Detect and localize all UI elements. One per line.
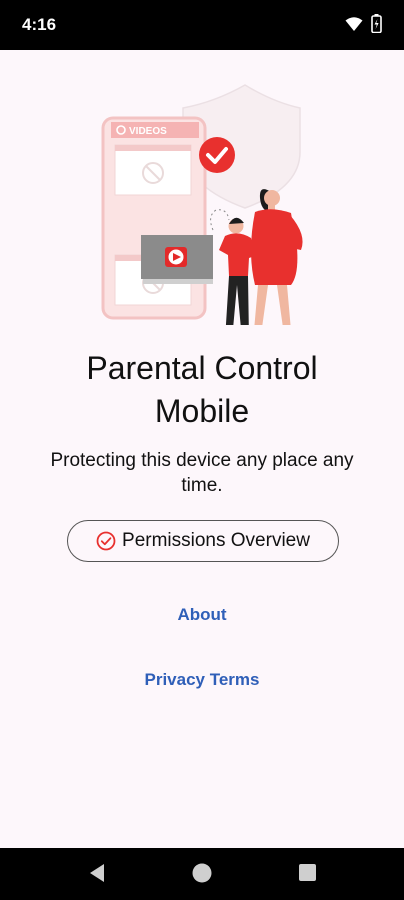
parental-control-illustration: VIDEOS xyxy=(101,84,303,325)
permissions-overview-label: Permissions Overview xyxy=(122,530,310,551)
navigation-bar xyxy=(0,848,404,900)
back-icon[interactable] xyxy=(88,863,106,883)
recents-icon[interactable] xyxy=(299,864,316,881)
status-time: 4:16 xyxy=(22,15,57,34)
tagline: Protecting this device any place any tim… xyxy=(50,450,354,496)
title-line-2: Mobile xyxy=(154,393,250,429)
videos-label: VIDEOS xyxy=(129,126,167,137)
home-icon[interactable] xyxy=(192,863,212,883)
about-link[interactable]: About xyxy=(0,605,404,625)
battery-icon xyxy=(371,14,382,33)
status-icons xyxy=(345,14,382,33)
check-circle-icon xyxy=(96,531,116,551)
privacy-terms-link[interactable]: Privacy Terms xyxy=(0,670,404,690)
status-bar: 4:16 xyxy=(0,0,404,50)
app-title: Parental Control Mobile xyxy=(0,347,404,433)
wifi-icon xyxy=(345,16,363,31)
permissions-overview-button[interactable]: Permissions Overview xyxy=(67,520,339,562)
main-content: VIDEOS Parental Control Mobile Protectin… xyxy=(0,50,404,848)
title-line-1: Parental Control xyxy=(86,350,318,386)
